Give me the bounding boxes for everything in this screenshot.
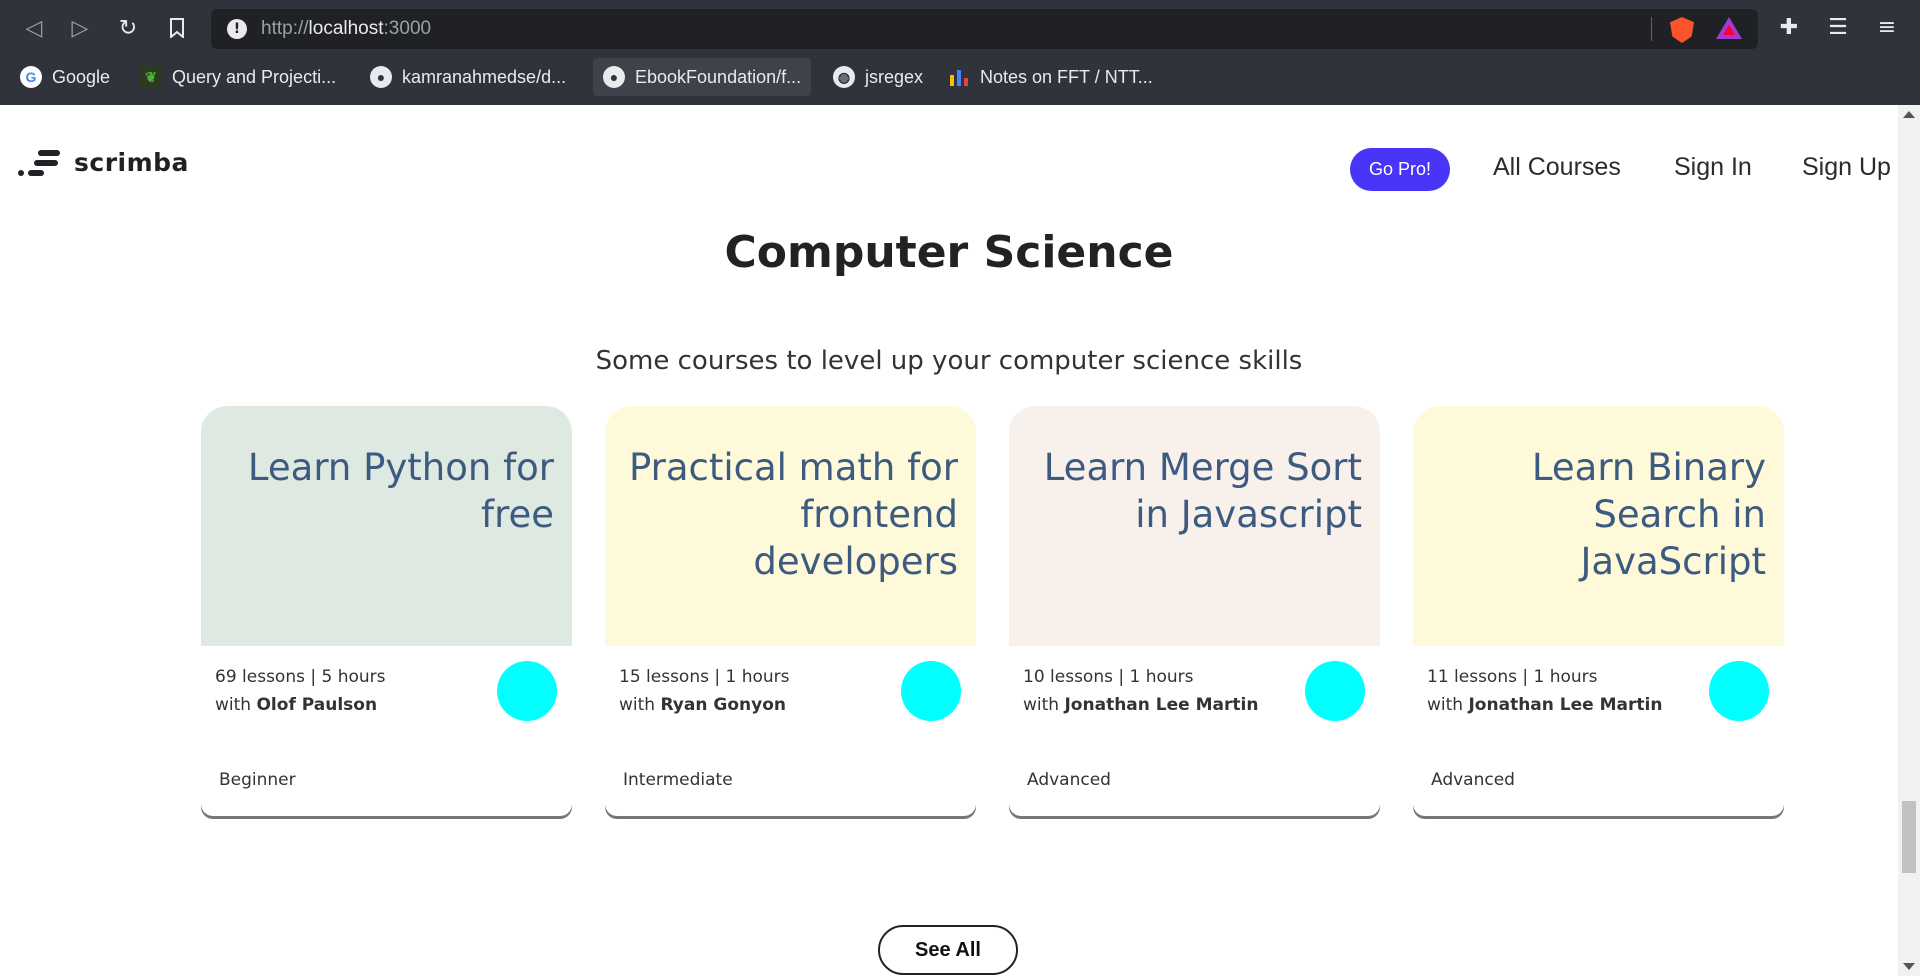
bookmark-label: jsregex — [865, 66, 924, 87]
menu-icon[interactable]: ≡ — [1874, 15, 1900, 41]
bookmark-label: Query and Projecti... — [172, 66, 337, 87]
site-header: scrimba Go Pro! All Courses Sign In Sign… — [0, 105, 1898, 215]
scrollbar-thumb[interactable] — [1902, 801, 1916, 873]
course-author: Jonathan Lee Martin — [1468, 695, 1663, 715]
with-label: with — [1427, 695, 1464, 715]
logo-text: scrimba — [74, 148, 189, 177]
course-meta: 15 lessons | 1 hours with Ryan Gonyon — [619, 663, 790, 719]
reload-icon[interactable]: ↻ — [114, 14, 142, 42]
url-text[interactable]: http://localhost:3000 — [261, 18, 431, 40]
course-author: Olof Paulson — [256, 695, 378, 715]
globe-icon: ◍ — [833, 66, 855, 88]
bookmark-label: kamranahmedse/d... — [402, 66, 567, 87]
scrimba-logo-icon — [18, 149, 60, 176]
nav-all-courses[interactable]: All Courses — [1493, 153, 1621, 182]
scrimba-logo[interactable]: scrimba — [18, 148, 189, 177]
author-avatar — [1709, 661, 1769, 721]
go-pro-button[interactable]: Go Pro! — [1350, 148, 1450, 191]
course-card-header: Learn Python for free — [201, 406, 572, 646]
bookmark-kamranahmedse[interactable]: ● kamranahmedse/d... — [360, 58, 576, 96]
bookmark-label: EbookFoundation/f... — [635, 66, 802, 87]
brave-rewards-icon[interactable] — [1716, 17, 1742, 39]
back-icon[interactable]: ◁ — [20, 14, 48, 42]
extensions-icon[interactable]: ✚ — [1776, 15, 1802, 41]
course-card[interactable]: Learn Merge Sort in Javascript 10 lesson… — [1009, 406, 1380, 816]
scroll-down-icon[interactable] — [1903, 963, 1915, 970]
course-level: Advanced — [1431, 770, 1515, 790]
bookmark-query-projection[interactable]: ❦ Query and Projecti... — [130, 58, 346, 96]
bookmark-icon[interactable] — [163, 14, 191, 42]
with-label: with — [619, 695, 656, 715]
bar-chart-icon — [948, 66, 970, 88]
course-title: Learn Python for free — [247, 446, 554, 536]
bookmark-fft-notes[interactable]: Notes on FFT / NTT... — [938, 58, 1163, 96]
nav-sign-in[interactable]: Sign In — [1674, 153, 1752, 182]
course-level: Advanced — [1027, 770, 1111, 790]
bookmark-ebookfoundation[interactable]: ● EbookFoundation/f... — [593, 58, 812, 96]
forward-icon[interactable]: ▷ — [66, 14, 94, 42]
scroll-up-icon[interactable] — [1903, 111, 1915, 118]
course-meta: 69 lessons | 5 hours with Olof Paulson — [215, 663, 386, 719]
course-title: Practical math for frontend developers — [628, 446, 958, 583]
course-title: Learn Binary Search in JavaScript — [1531, 446, 1766, 583]
course-author-line: with Jonathan Lee Martin — [1427, 691, 1662, 719]
browser-toolbar: ◁ ▷ ↻ ! http://localhost:3000 ✚ ☰ ≡ — [0, 0, 1920, 58]
brave-shields-icon[interactable] — [1670, 17, 1694, 43]
course-lessons: 15 lessons | 1 hours — [619, 667, 790, 687]
course-card-header: Learn Merge Sort in Javascript — [1009, 406, 1380, 646]
see-all-button[interactable]: See All — [878, 925, 1018, 975]
browser-chrome: ◁ ▷ ↻ ! http://localhost:3000 ✚ ☰ ≡ G Go… — [0, 0, 1920, 105]
course-meta: 11 lessons | 1 hours with Jonathan Lee M… — [1427, 663, 1662, 719]
media-playlist-icon[interactable]: ☰ — [1825, 15, 1851, 41]
author-avatar — [901, 661, 961, 721]
mongodb-leaf-icon: ❦ — [140, 66, 162, 88]
bookmark-jsregex[interactable]: ◍ jsregex — [823, 58, 933, 96]
author-avatar — [1305, 661, 1365, 721]
page-viewport: scrimba Go Pro! All Courses Sign In Sign… — [0, 105, 1898, 976]
course-author: Ryan Gonyon — [660, 695, 786, 715]
url-divider — [1651, 17, 1652, 41]
course-meta: 10 lessons | 1 hours with Jonathan Lee M… — [1023, 663, 1258, 719]
with-label: with — [215, 695, 252, 715]
course-level: Intermediate — [623, 770, 733, 790]
course-lessons: 69 lessons | 5 hours — [215, 667, 386, 687]
bookmark-google[interactable]: G Google — [10, 58, 120, 96]
course-lessons: 11 lessons | 1 hours — [1427, 667, 1598, 687]
with-label: with — [1023, 695, 1060, 715]
author-avatar — [497, 661, 557, 721]
nav-sign-up[interactable]: Sign Up — [1802, 153, 1891, 182]
course-card[interactable]: Learn Python for free 69 lessons | 5 hou… — [201, 406, 572, 816]
course-title: Learn Merge Sort in Javascript — [1043, 446, 1362, 536]
bookmark-label: Google — [52, 66, 111, 87]
site-info-icon[interactable]: ! — [227, 19, 247, 39]
course-author-line: with Olof Paulson — [215, 691, 386, 719]
course-author: Jonathan Lee Martin — [1064, 695, 1259, 715]
bookmark-label: Notes on FFT / NTT... — [980, 66, 1153, 87]
page-scrollbar[interactable] — [1898, 105, 1920, 976]
section-subtitle: Some courses to level up your computer s… — [595, 346, 1303, 376]
course-author-line: with Ryan Gonyon — [619, 691, 790, 719]
github-icon: ● — [603, 66, 625, 88]
course-level: Beginner — [219, 770, 296, 790]
course-card[interactable]: Learn Binary Search in JavaScript 11 les… — [1413, 406, 1784, 816]
course-author-line: with Jonathan Lee Martin — [1023, 691, 1258, 719]
course-card-header: Learn Binary Search in JavaScript — [1413, 406, 1784, 646]
course-card[interactable]: Practical math for frontend developers 1… — [605, 406, 976, 816]
address-bar[interactable]: ! http://localhost:3000 — [211, 9, 1758, 49]
course-card-header: Practical math for frontend developers — [605, 406, 976, 646]
section-title: Computer Science — [724, 227, 1174, 278]
google-icon: G — [20, 66, 42, 88]
github-icon: ● — [370, 66, 392, 88]
bookmarks-bar: G Google ❦ Query and Projecti... ● kamra… — [0, 58, 1920, 105]
course-lessons: 10 lessons | 1 hours — [1023, 667, 1194, 687]
